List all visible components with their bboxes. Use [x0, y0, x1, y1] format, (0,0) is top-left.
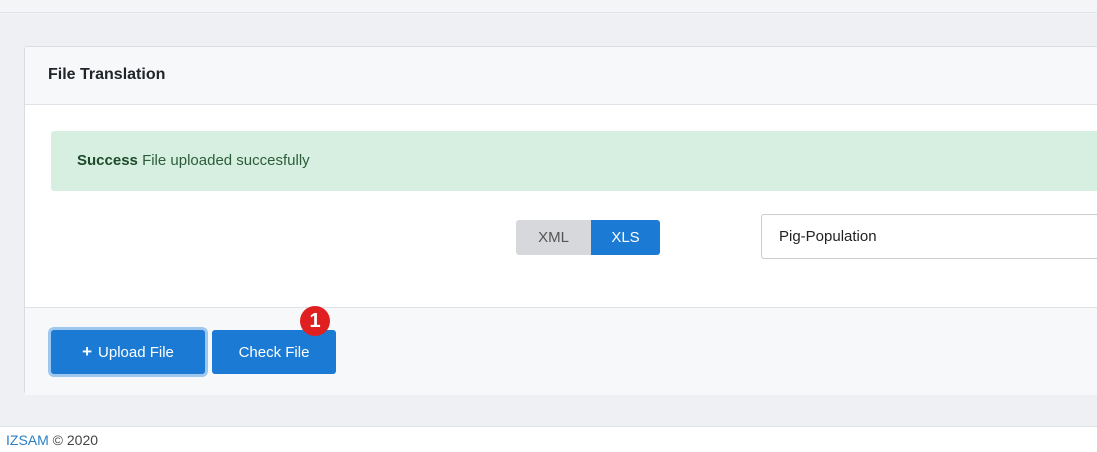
format-xls-button[interactable]: XLS [591, 220, 660, 255]
card-title: File Translation [48, 66, 166, 83]
upload-file-label: Upload File [98, 343, 174, 361]
card-footer: + Upload File Check File [25, 307, 1097, 395]
format-toggle: XML XLS [516, 220, 660, 255]
top-bar [0, 0, 1097, 13]
page-footer: IZSAM © 2020 [0, 426, 1097, 452]
izsam-link[interactable]: IZSAM [6, 432, 49, 448]
copyright: IZSAM © 2020 [6, 432, 98, 448]
alert-status: Success [77, 152, 138, 169]
check-file-label: Check File [238, 343, 310, 361]
copyright-text: © 2020 [52, 432, 99, 448]
success-alert: Success File uploaded succesfully [51, 131, 1097, 191]
upload-file-button[interactable]: + Upload File [51, 330, 205, 374]
alert-text: Success File uploaded succesfully [77, 152, 310, 169]
step-badge: 1 [300, 306, 330, 336]
check-file-button[interactable]: Check File [212, 330, 336, 374]
format-xml-button[interactable]: XML [516, 220, 591, 255]
name-input[interactable] [761, 214, 1097, 259]
card-header: File Translation [25, 47, 1097, 105]
plus-icon: + [82, 342, 93, 361]
file-translation-card: File Translation Success File uploaded s… [24, 46, 1097, 395]
alert-message: File uploaded succesfully [142, 152, 310, 169]
